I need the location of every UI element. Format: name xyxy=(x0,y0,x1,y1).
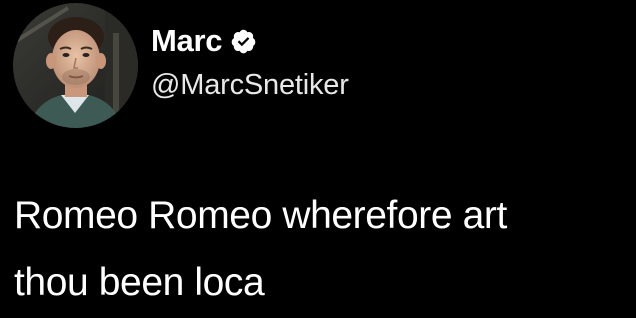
profile-photo-icon xyxy=(13,3,138,128)
author-avatar[interactable] xyxy=(13,3,138,128)
tweet-card: Marc @MarcSnetiker Romeo Romeo wherefore… xyxy=(0,0,636,318)
tweet-text-line-1: Romeo Romeo wherefore art xyxy=(14,194,507,237)
tweet-text: Romeo Romeo wherefore art thou been loca xyxy=(14,182,624,316)
author-name-row: Marc xyxy=(151,24,257,58)
author-name[interactable]: Marc xyxy=(151,24,222,58)
verified-badge-icon xyxy=(230,28,257,55)
tweet-text-line-2: thou been loca xyxy=(14,261,265,304)
author-handle[interactable]: @MarcSnetiker xyxy=(151,68,349,102)
